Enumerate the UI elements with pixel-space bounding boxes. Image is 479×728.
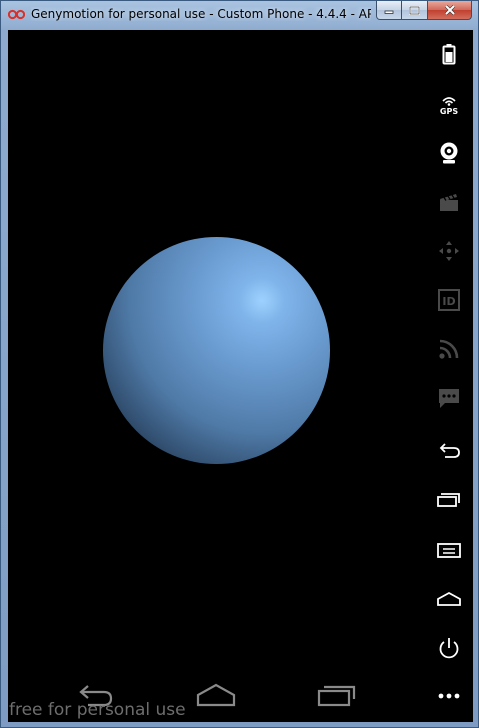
android-screen[interactable]: free for personal use <box>8 30 425 722</box>
recent-apps-icon <box>437 493 460 507</box>
toolbar-home-button[interactable] <box>434 584 464 614</box>
sms-widget-button[interactable] <box>434 383 464 413</box>
network-icon <box>439 339 459 359</box>
home-icon <box>196 683 236 707</box>
network-widget-button[interactable] <box>434 334 464 364</box>
toolbar-power-button[interactable] <box>434 633 464 663</box>
close-icon <box>444 5 455 15</box>
sms-icon <box>439 389 459 408</box>
battery-widget-button[interactable] <box>434 39 464 69</box>
toolbar-back-button[interactable] <box>434 436 464 466</box>
screencast-widget-button[interactable] <box>434 187 464 217</box>
more-icon <box>438 693 460 699</box>
home-icon <box>437 591 461 606</box>
3d-sphere[interactable] <box>103 237 330 464</box>
remote-control-icon <box>439 241 459 261</box>
nav-home-button[interactable] <box>195 679 237 709</box>
power-icon <box>439 638 459 659</box>
menu-icon <box>437 543 461 558</box>
recents-icon <box>317 685 356 707</box>
minimize-button[interactable] <box>376 1 402 20</box>
nav-recents-button[interactable] <box>316 679 358 709</box>
gps-widget-button[interactable]: GPS <box>434 89 464 119</box>
device-id-label: ID <box>442 295 455 308</box>
genymotion-toolbar: GPS ID <box>425 30 473 722</box>
window-controls <box>376 1 472 21</box>
toolbar-more-button[interactable] <box>434 681 464 711</box>
toolbar-menu-button[interactable] <box>434 535 464 565</box>
remote-control-widget-button[interactable] <box>434 236 464 266</box>
toolbar-recent-apps-button[interactable] <box>434 485 464 515</box>
gps-label: GPS <box>440 107 458 116</box>
maximize-button[interactable] <box>402 1 428 20</box>
minimize-icon <box>384 10 394 14</box>
title-bar[interactable]: Genymotion for personal use - Custom Pho… <box>1 1 478 29</box>
gps-icon: GPS <box>440 97 458 116</box>
genymotion-window: Genymotion for personal use - Custom Pho… <box>0 0 479 728</box>
webcam-widget-button[interactable] <box>434 138 464 168</box>
close-button[interactable] <box>428 1 472 20</box>
emulator-client-area: free for personal use GPS ID <box>8 30 473 722</box>
screencast-icon <box>440 194 458 211</box>
device-id-widget-button[interactable]: ID <box>434 285 464 315</box>
back-icon <box>439 443 460 458</box>
device-id-icon: ID <box>438 289 460 311</box>
genymotion-logo-icon <box>8 9 25 20</box>
webcam-icon <box>440 142 458 164</box>
window-title: Genymotion for personal use - Custom Pho… <box>31 7 371 21</box>
watermark-text: free for personal use <box>9 700 186 720</box>
battery-icon <box>442 44 456 65</box>
maximize-icon <box>409 5 420 15</box>
